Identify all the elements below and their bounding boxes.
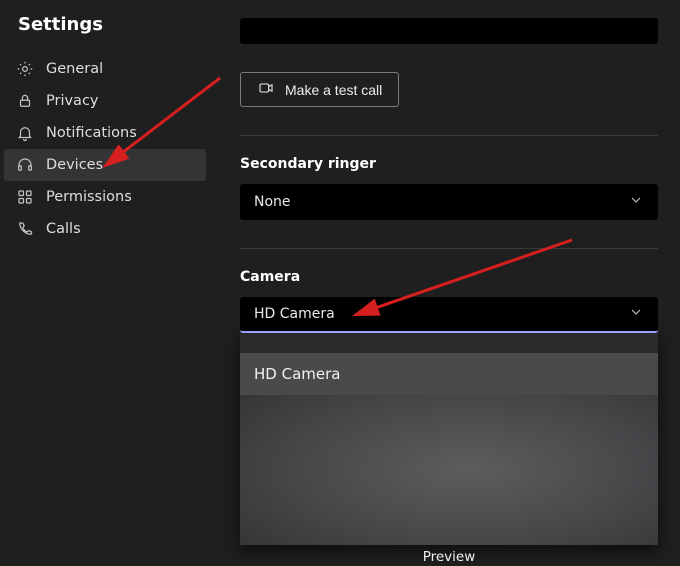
test-call-icon <box>257 80 275 99</box>
chevron-down-icon <box>628 192 644 212</box>
make-test-call-button[interactable]: Make a test call <box>240 72 399 107</box>
sidebar-item-label: General <box>46 61 103 77</box>
gear-icon <box>16 60 34 78</box>
secondary-ringer-label: Secondary ringer <box>240 156 658 172</box>
dropdown-header <box>240 333 658 353</box>
select-value: HD Camera <box>254 306 335 322</box>
sidebar: Settings General Privacy Notifications <box>0 0 210 566</box>
page-title: Settings <box>4 8 206 53</box>
button-label: Make a test call <box>285 82 382 98</box>
preview-label: Preview <box>240 545 658 565</box>
sidebar-item-notifications[interactable]: Notifications <box>4 117 206 149</box>
camera-option[interactable]: HD Camera <box>240 353 658 395</box>
sidebar-item-privacy[interactable]: Privacy <box>4 85 206 117</box>
camera-label: Camera <box>240 269 658 285</box>
sidebar-item-label: Notifications <box>46 125 137 141</box>
divider <box>240 135 658 136</box>
sidebar-item-permissions[interactable]: Permissions <box>4 181 206 213</box>
camera-dropdown-panel: HD Camera <box>240 333 658 545</box>
sidebar-item-devices[interactable]: Devices <box>4 149 206 181</box>
camera-select[interactable]: HD Camera <box>240 297 658 333</box>
settings-window: Settings General Privacy Notifications <box>0 0 680 566</box>
bell-icon <box>16 124 34 142</box>
sidebar-item-label: Devices <box>46 157 103 173</box>
speaker-select-truncated[interactable] <box>240 18 658 44</box>
main-panel: Make a test call Secondary ringer None C… <box>210 0 680 566</box>
apps-icon <box>16 188 34 206</box>
sidebar-item-general[interactable]: General <box>4 53 206 85</box>
secondary-ringer-select[interactable]: None <box>240 184 658 220</box>
lock-icon <box>16 92 34 110</box>
sidebar-nav: General Privacy Notifications Devices <box>4 53 206 245</box>
camera-preview <box>240 395 658 545</box>
chevron-down-icon <box>628 304 644 324</box>
sidebar-item-label: Privacy <box>46 93 99 109</box>
sidebar-item-label: Permissions <box>46 189 132 205</box>
select-value: None <box>254 194 291 210</box>
option-label: HD Camera <box>254 365 340 383</box>
phone-icon <box>16 220 34 238</box>
sidebar-item-calls[interactable]: Calls <box>4 213 206 245</box>
sidebar-item-label: Calls <box>46 221 81 237</box>
divider <box>240 248 658 249</box>
headset-icon <box>16 156 34 174</box>
